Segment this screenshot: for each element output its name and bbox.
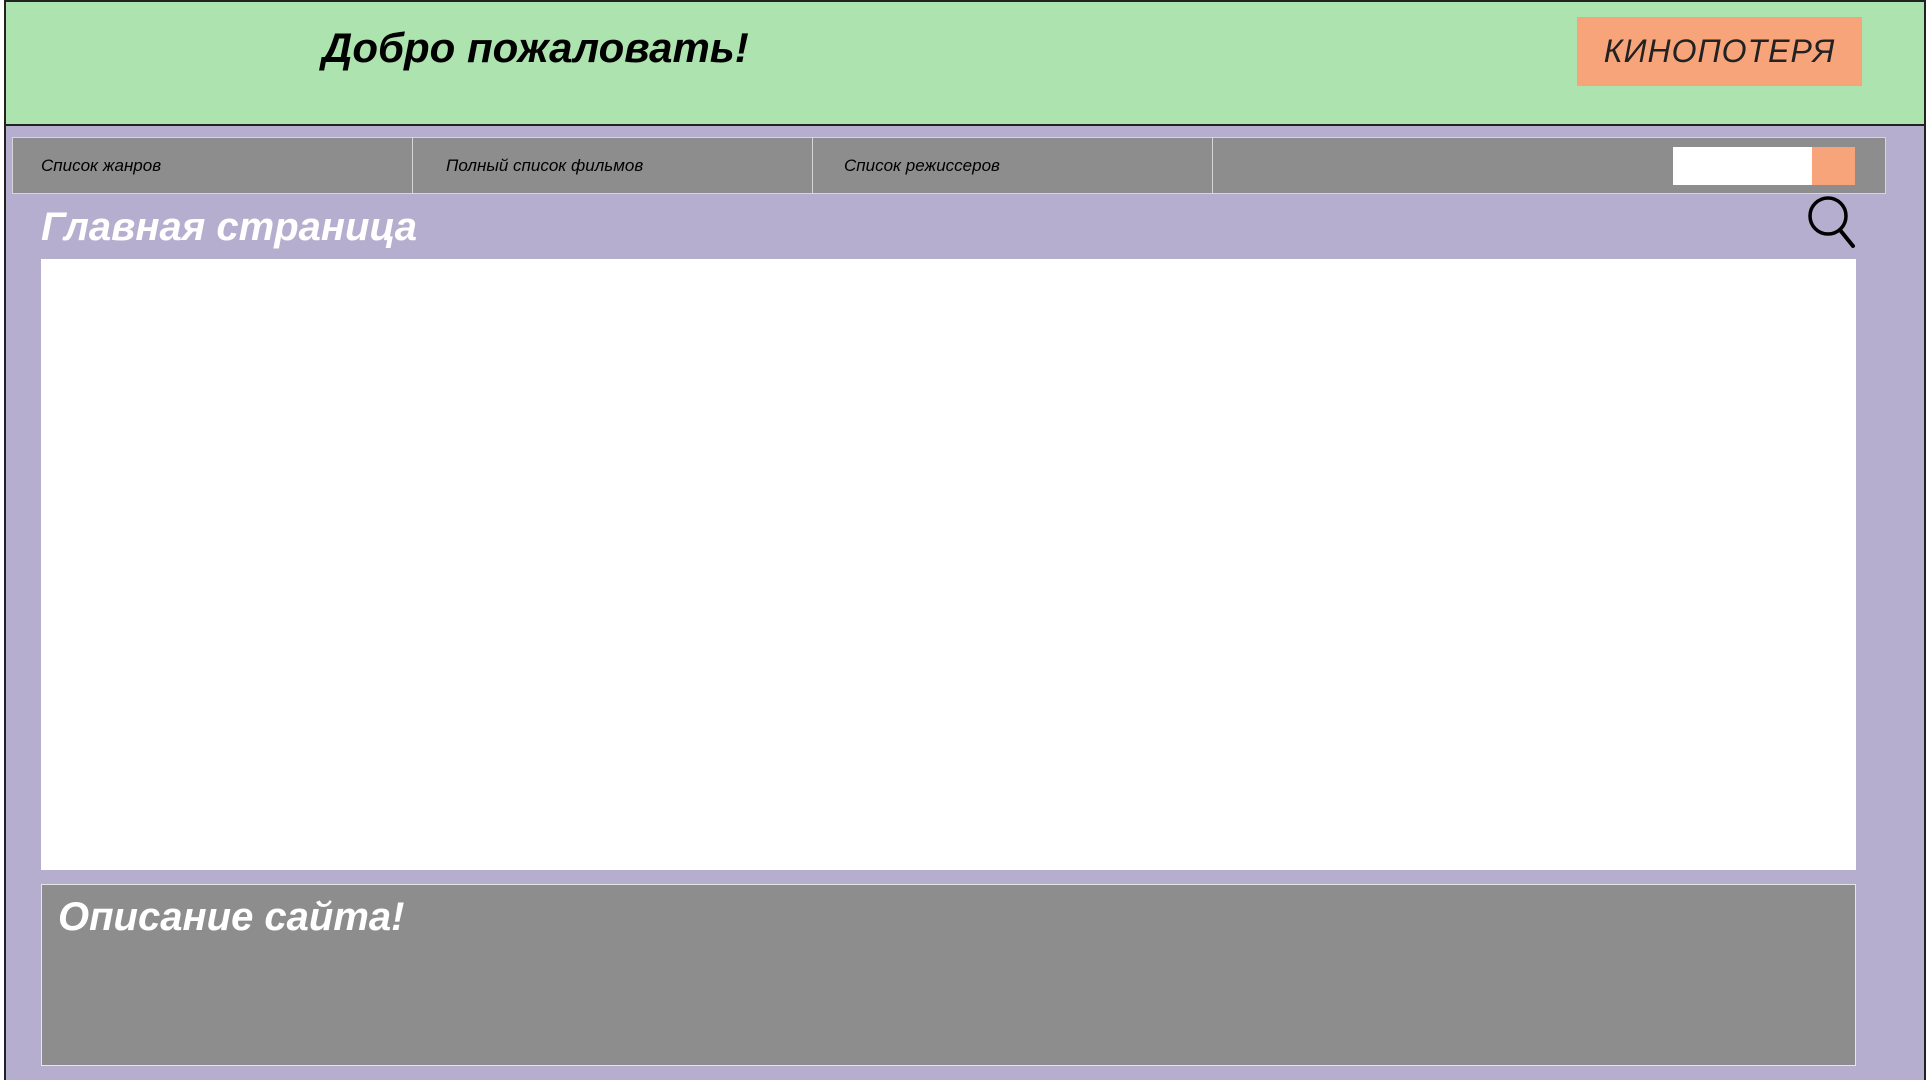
nav-item-all-films[interactable]: Полный список фильмов (413, 138, 813, 193)
search-submit-button[interactable] (1812, 147, 1855, 185)
nav-item-directors[interactable]: Список режиссеров (813, 138, 1213, 193)
search-icon[interactable] (1807, 194, 1857, 252)
brand-logo-button[interactable]: КИНОПОТЕРЯ (1577, 17, 1862, 86)
site-description-title: Описание сайта! (58, 895, 405, 939)
main-content-area (41, 259, 1856, 870)
nav-search-area (1213, 138, 1885, 193)
search-input[interactable] (1673, 147, 1812, 185)
welcome-heading: Добро пожаловать! (322, 24, 749, 71)
header: Добро пожаловать! КИНОПОТЕРЯ (4, 0, 1926, 126)
site-description-panel: Описание сайта! (41, 884, 1856, 1066)
page-title: Главная страница (41, 205, 418, 249)
nav-item-genres[interactable]: Список жанров (13, 138, 413, 193)
main-nav: Список жанров Полный список фильмов Спис… (12, 137, 1886, 194)
